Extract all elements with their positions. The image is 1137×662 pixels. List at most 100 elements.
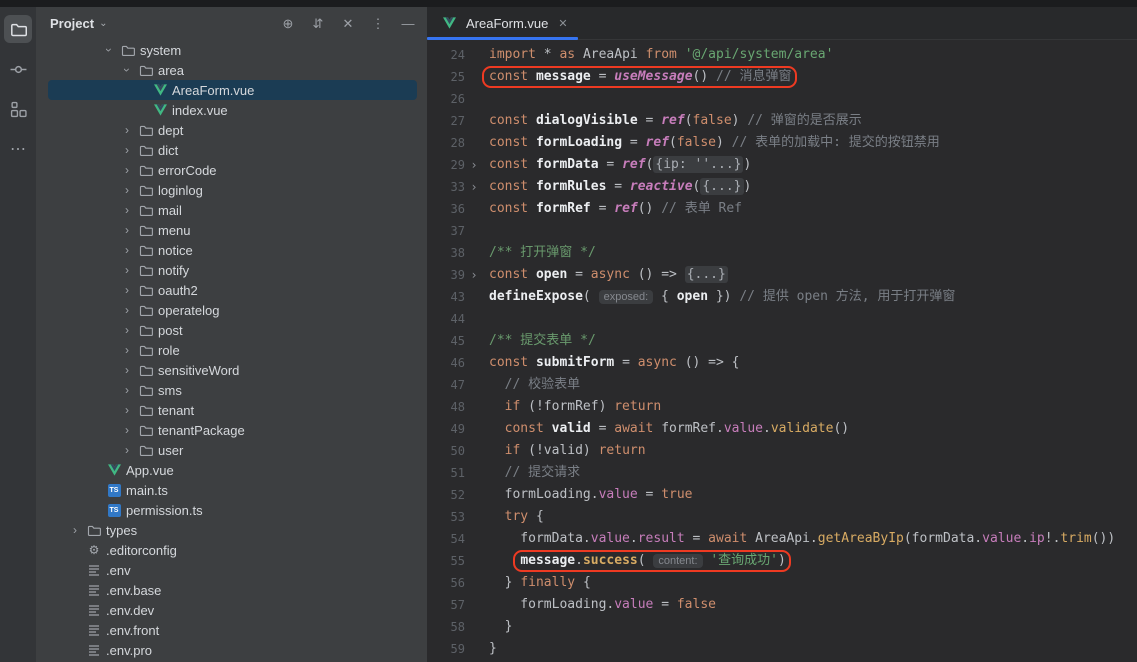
line-number[interactable]: 56 [427,572,465,594]
line-number[interactable]: 44 [427,308,465,330]
line-number[interactable]: 26 [427,88,465,110]
line-number[interactable]: 46 [427,352,465,374]
tree-item-sms[interactable]: ›sms [36,380,427,400]
line-number[interactable]: 59 [427,638,465,660]
tree-item-area[interactable]: ›area [36,60,427,80]
fold-chevron-icon[interactable]: › [465,264,483,286]
code-line-52[interactable]: 52 formLoading.value = true [427,484,1137,506]
line-number[interactable]: 55 [427,550,465,572]
chevron-right-icon[interactable]: › [118,403,136,417]
panel-toolbar-expand-icon[interactable]: ⇵ [307,13,329,35]
tree-item-sensitiveword[interactable]: ›sensitiveWord [36,360,427,380]
folded-code[interactable]: {...} [685,266,728,283]
chevron-right-icon[interactable]: › [118,223,136,237]
code-line-38[interactable]: 38/** 打开弹窗 */ [427,242,1137,264]
fold-chevron-icon[interactable]: › [465,154,483,176]
code-line-46[interactable]: 46const submitForm = async () => { [427,352,1137,374]
code-line-47[interactable]: 47 // 校验表单 [427,374,1137,396]
tree-item-permission-ts[interactable]: TSpermission.ts [36,500,427,520]
code-line-48[interactable]: 48 if (!formRef) return [427,396,1137,418]
chevron-right-icon[interactable]: › [118,243,136,257]
line-number[interactable]: 58 [427,616,465,638]
code-line-27[interactable]: 27const dialogVisible = ref(false) // 弹窗… [427,110,1137,132]
panel-toolbar-locate-file-icon[interactable]: ⊕ [277,13,299,35]
tree-item-tenant[interactable]: ›tenant [36,400,427,420]
line-number[interactable]: 50 [427,440,465,462]
tree-item-dot-env-pro[interactable]: .env.pro [36,640,427,660]
code-line-29[interactable]: 29›const formData = ref({ip: ''...}) [427,154,1137,176]
chevron-right-icon[interactable]: › [118,423,136,437]
line-number[interactable]: 38 [427,242,465,264]
tree-item-main-ts[interactable]: TSmain.ts [36,480,427,500]
code-line-36[interactable]: 36const formRef = ref() // 表单 Ref [427,198,1137,220]
close-icon[interactable]: ✕ [558,17,567,30]
chevron-right-icon[interactable]: › [66,523,84,537]
chevron-right-icon[interactable]: › [118,363,136,377]
chevron-down-icon[interactable]: › [120,61,134,79]
tree-item-tenantpackage[interactable]: ›tenantPackage [36,420,427,440]
line-number[interactable]: 27 [427,110,465,132]
line-number[interactable]: 25 [427,66,465,88]
tree-item-dot-env-front[interactable]: .env.front [36,620,427,640]
chevron-down-icon[interactable]: › [102,41,116,59]
folded-code[interactable]: {...} [700,178,743,195]
tree-item-dot-editorconfig[interactable]: ⚙.editorconfig [36,540,427,560]
tree-item-system[interactable]: ›system [36,40,427,60]
line-number[interactable]: 53 [427,506,465,528]
tree-item-errorcode[interactable]: ›errorCode [36,160,427,180]
code-line-55[interactable]: 55 message.success( content: '查询成功') [427,550,1137,572]
chevron-right-icon[interactable]: › [118,323,136,337]
tree-item-menu[interactable]: ›menu [36,220,427,240]
panel-toolbar-collapse-all-icon[interactable]: ✕ [337,13,359,35]
code-line-33[interactable]: 33›const formRules = reactive({...}) [427,176,1137,198]
chevron-right-icon[interactable]: › [118,263,136,277]
chevron-right-icon[interactable]: › [118,123,136,137]
line-number[interactable]: 28 [427,132,465,154]
folded-code[interactable]: {ip: ''...} [653,156,743,173]
code-line-58[interactable]: 58 } [427,616,1137,638]
code-line-25[interactable]: 25const message = useMessage() // 消息弹窗 [427,66,1137,88]
line-number[interactable]: 45 [427,330,465,352]
line-number[interactable]: 37 [427,220,465,242]
code-line-51[interactable]: 51 // 提交请求 [427,462,1137,484]
line-number[interactable]: 36 [427,198,465,220]
line-number[interactable]: 52 [427,484,465,506]
tree-item-mail[interactable]: ›mail [36,200,427,220]
chevron-right-icon[interactable]: › [118,283,136,297]
code-line-59[interactable]: 59} [427,638,1137,660]
tool-window-button-project[interactable] [4,15,32,43]
tool-window-button-commit[interactable] [4,55,32,83]
code-line-26[interactable]: 26 [427,88,1137,110]
tree-item-index-vue[interactable]: index.vue [36,100,427,120]
chevron-right-icon[interactable]: › [118,183,136,197]
chevron-right-icon[interactable]: › [118,343,136,357]
fold-chevron-icon[interactable]: › [465,176,483,198]
code-line-37[interactable]: 37 [427,220,1137,242]
line-number[interactable]: 29 [427,154,465,176]
tree-item-dot-env[interactable]: .env [36,560,427,580]
chevron-right-icon[interactable]: › [118,143,136,157]
panel-toolbar-options-menu-icon[interactable]: ⋮ [367,13,389,35]
line-number[interactable]: 51 [427,462,465,484]
code-area[interactable]: 24import * as AreaApi from '@/api/system… [427,40,1137,662]
line-number[interactable]: 33 [427,176,465,198]
tab-areaform-vue[interactable]: AreaForm.vue ✕ [427,7,578,39]
panel-toolbar-hide-panel-icon[interactable]: — [397,13,419,35]
code-line-44[interactable]: 44 [427,308,1137,330]
tree-item-user[interactable]: ›user [36,440,427,460]
tree-item-types[interactable]: ›types [36,520,427,540]
tree-item-operatelog[interactable]: ›operatelog [36,300,427,320]
tree-item-dict[interactable]: ›dict [36,140,427,160]
line-number[interactable]: 54 [427,528,465,550]
tree-item-areaform-vue[interactable]: AreaForm.vue [36,80,427,100]
code-line-53[interactable]: 53 try { [427,506,1137,528]
code-line-28[interactable]: 28const formLoading = ref(false) // 表单的加… [427,132,1137,154]
tree-item-role[interactable]: ›role [36,340,427,360]
chevron-right-icon[interactable]: › [118,443,136,457]
chevron-right-icon[interactable]: › [118,303,136,317]
code-line-43[interactable]: 43defineExpose( exposed: { open }) // 提供… [427,286,1137,308]
line-number[interactable]: 48 [427,396,465,418]
line-number[interactable]: 39 [427,264,465,286]
chevron-down-icon[interactable]: ⌄ [99,18,107,29]
code-line-45[interactable]: 45/** 提交表单 */ [427,330,1137,352]
